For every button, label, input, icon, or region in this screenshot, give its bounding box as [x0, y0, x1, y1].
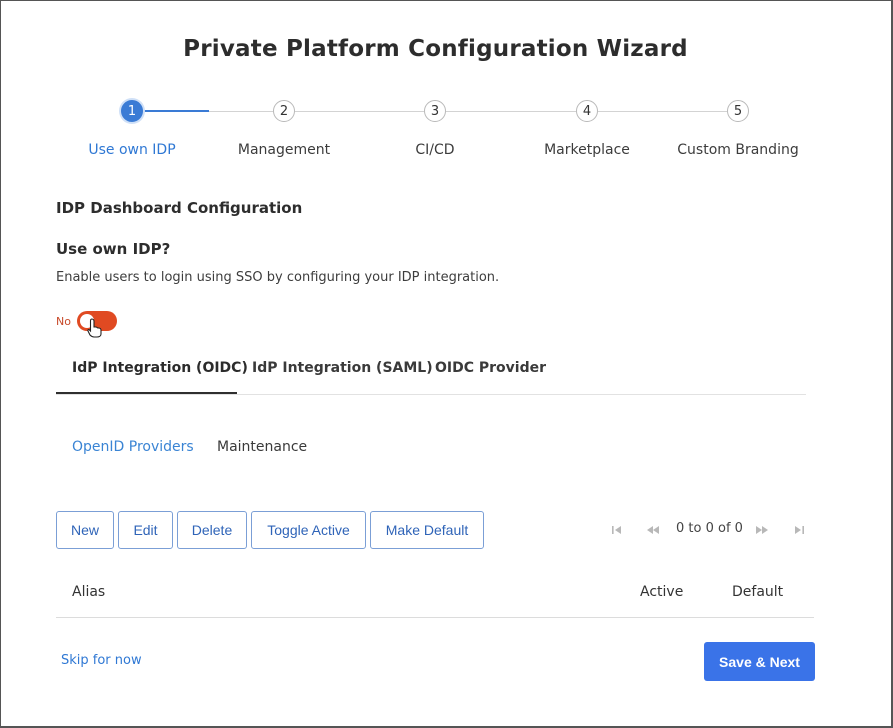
edit-button[interactable]: Edit — [118, 511, 173, 549]
column-header-default[interactable]: Default — [732, 584, 783, 600]
question-heading: Use own IDP? — [56, 240, 171, 258]
step-2-circle[interactable]: 2 — [273, 100, 295, 122]
step-1-circle[interactable]: 1 — [121, 100, 143, 122]
subtab-maintenance[interactable]: Maintenance — [217, 439, 307, 455]
step-1-label[interactable]: Use own IDP — [52, 142, 212, 158]
step-connector — [209, 111, 273, 112]
last-page-icon[interactable] — [792, 523, 806, 537]
save-and-next-button[interactable]: Save & Next — [704, 642, 815, 681]
wizard-stepper: 1 2 3 4 5 Use own IDP Management CI/CD M… — [0, 98, 893, 168]
description-text: Enable users to login using SSO by confi… — [56, 270, 500, 285]
tab-idp-integration-oidc[interactable]: IdP Integration (OIDC) — [72, 360, 248, 376]
previous-page-icon[interactable] — [646, 523, 660, 537]
toggle-active-button[interactable]: Toggle Active — [251, 511, 366, 549]
pagination-range: 0 to 0 of 0 — [676, 521, 743, 536]
step-connector — [295, 111, 424, 112]
next-page-icon[interactable] — [755, 523, 769, 537]
step-5-label[interactable]: Custom Branding — [658, 142, 818, 158]
active-tab-indicator — [56, 392, 237, 394]
toggle-state-label: No — [56, 314, 71, 328]
pointer-cursor-icon — [87, 318, 102, 338]
section-heading: IDP Dashboard Configuration — [56, 199, 303, 217]
step-4-circle[interactable]: 4 — [576, 100, 598, 122]
column-header-active[interactable]: Active — [640, 584, 683, 600]
skip-for-now-link[interactable]: Skip for now — [61, 653, 142, 668]
page-title: Private Platform Configuration Wizard — [183, 36, 688, 62]
step-connector — [598, 111, 727, 112]
step-2-label[interactable]: Management — [204, 142, 364, 158]
step-3-circle[interactable]: 3 — [424, 100, 446, 122]
first-page-icon[interactable] — [610, 523, 624, 537]
step-connector — [446, 111, 576, 112]
pagination: 0 to 0 of 0 — [610, 520, 810, 540]
tab-oidc-provider[interactable]: OIDC Provider — [435, 360, 546, 376]
step-4-label[interactable]: Marketplace — [507, 142, 667, 158]
column-header-alias[interactable]: Alias — [72, 584, 105, 600]
table-header: Alias Active Default — [56, 570, 814, 618]
step-connector-done — [143, 110, 209, 112]
integration-tabs: IdP Integration (OIDC) IdP Integration (… — [56, 355, 806, 395]
step-5-circle[interactable]: 5 — [727, 100, 749, 122]
make-default-button[interactable]: Make Default — [370, 511, 484, 549]
tab-idp-integration-saml[interactable]: IdP Integration (SAML) — [252, 360, 433, 376]
step-3-label[interactable]: CI/CD — [355, 142, 515, 158]
delete-button[interactable]: Delete — [177, 511, 247, 549]
new-button[interactable]: New — [56, 511, 114, 549]
subtab-openid-providers[interactable]: OpenID Providers — [72, 439, 194, 455]
